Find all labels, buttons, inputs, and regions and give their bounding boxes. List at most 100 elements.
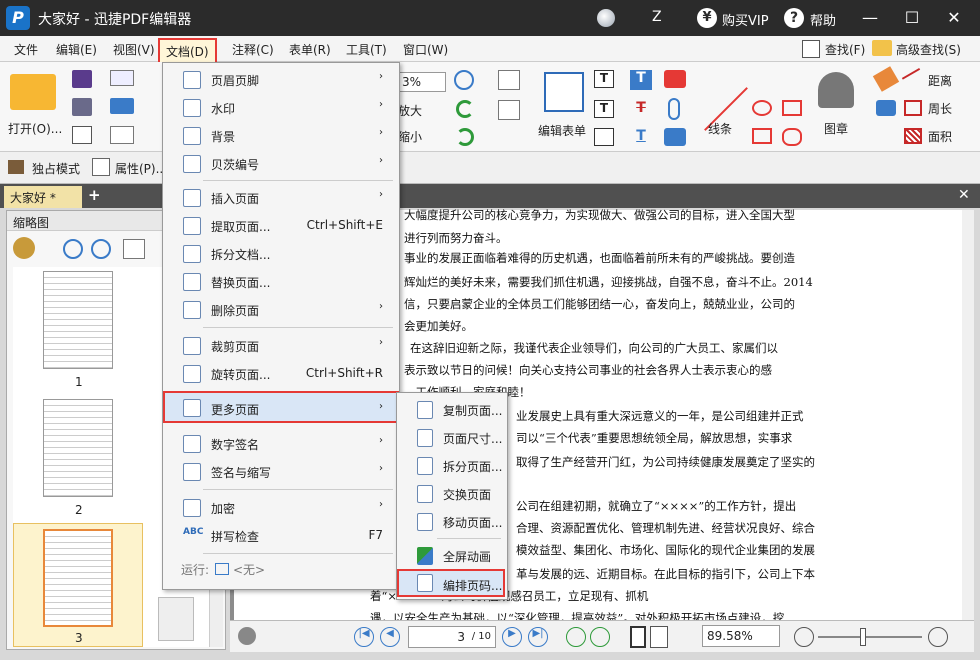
sound-icon[interactable] bbox=[664, 128, 686, 146]
zoom-slider[interactable] bbox=[818, 636, 922, 638]
exclusive-mode-button[interactable]: 独占模式 bbox=[32, 160, 80, 177]
submenu-swap-page[interactable]: 交换页面 bbox=[399, 481, 505, 507]
menu-item-rotate-page[interactable]: 旋转页面... Ctrl+Shift+R bbox=[165, 361, 397, 387]
distance-button[interactable]: 距离 bbox=[928, 72, 952, 89]
maximize-button[interactable]: ☐ bbox=[902, 8, 922, 28]
menu-item-delete-page[interactable]: 删除页面 › bbox=[165, 297, 397, 323]
zoom-slider-handle[interactable] bbox=[860, 628, 866, 646]
find-button[interactable]: 查找(F) bbox=[825, 41, 865, 58]
callout-icon[interactable] bbox=[594, 128, 614, 146]
menu-form[interactable]: 表单(R) bbox=[289, 41, 331, 58]
rotate-right-icon[interactable] bbox=[456, 128, 474, 146]
new-doc-icon[interactable] bbox=[110, 126, 134, 144]
menu-item-sign-initials[interactable]: 签名与缩写 › bbox=[165, 459, 397, 485]
menu-item-split-document[interactable]: 拆分文档... bbox=[165, 241, 397, 267]
area-button[interactable]: 面积 bbox=[928, 128, 952, 145]
text-tool-icon[interactable] bbox=[498, 100, 520, 120]
menu-item-background[interactable]: 背景 › bbox=[165, 123, 397, 149]
rotate-left-icon[interactable] bbox=[456, 100, 474, 118]
menu-item-header-footer[interactable]: 页眉页脚 › bbox=[165, 67, 397, 93]
menu-item-crop-page[interactable]: 裁剪页面 › bbox=[165, 333, 397, 359]
buy-vip-button[interactable]: 购买VIP bbox=[722, 10, 769, 29]
zoom-small-button[interactable]: 缩小 bbox=[398, 128, 422, 145]
vip-yen-icon[interactable]: ¥ bbox=[697, 8, 717, 28]
menu-file[interactable]: 文件 bbox=[14, 41, 38, 58]
continuous-page-icon[interactable] bbox=[650, 626, 668, 648]
menu-window[interactable]: 窗口(W) bbox=[403, 41, 448, 58]
help-button[interactable]: 帮助 bbox=[810, 10, 836, 29]
thumbnail-page[interactable] bbox=[43, 399, 113, 497]
cloud-icon[interactable] bbox=[782, 128, 802, 146]
thumb-zoom-out-icon[interactable] bbox=[91, 239, 111, 259]
submenu-page-size[interactable]: 页面尺寸... bbox=[399, 425, 505, 451]
stamp-button[interactable]: 图章 bbox=[824, 120, 848, 137]
menu-item-spell-check[interactable]: ABC 拼写检查 F7 bbox=[165, 523, 397, 549]
thumb-zoom-in-icon[interactable] bbox=[63, 239, 83, 259]
zoom-in-status-icon[interactable] bbox=[928, 627, 948, 647]
zoom-big-button[interactable]: 放大 bbox=[398, 102, 422, 119]
theme-moon-icon[interactable] bbox=[597, 9, 615, 27]
open-button[interactable]: 打开(O)... bbox=[8, 120, 62, 137]
back-icon[interactable] bbox=[566, 627, 586, 647]
edit-form-button[interactable]: 编辑表单 bbox=[538, 122, 586, 139]
polygon-icon[interactable] bbox=[782, 100, 802, 116]
thumb-rotate-icon[interactable] bbox=[123, 239, 145, 259]
menu-view[interactable]: 视图(V) bbox=[113, 41, 155, 58]
menu-item-encrypt[interactable]: 加密 › bbox=[165, 495, 397, 521]
menu-item-replace-page[interactable]: 替换页面... bbox=[165, 269, 397, 295]
note-icon[interactable] bbox=[664, 70, 686, 88]
properties-button[interactable]: 属性(P)... bbox=[115, 160, 167, 177]
forward-icon[interactable] bbox=[590, 627, 610, 647]
minimize-button[interactable]: — bbox=[860, 8, 880, 28]
last-page-icon[interactable]: ▶| bbox=[528, 627, 548, 647]
open-folder-icon[interactable] bbox=[10, 74, 56, 110]
edit-form-icon[interactable] bbox=[544, 72, 584, 112]
perimeter-button[interactable]: 周长 bbox=[928, 100, 952, 117]
menu-item-watermark[interactable]: 水印 › bbox=[165, 95, 397, 121]
menu-comment[interactable]: 注释(C) bbox=[232, 41, 274, 58]
page-number-input[interactable]: 3 / 10 bbox=[408, 626, 496, 648]
menu-tools[interactable]: 工具(T) bbox=[346, 41, 387, 58]
submenu-move-page[interactable]: 移动页面... bbox=[399, 509, 505, 535]
zoom-level-combo[interactable]: 89.58% bbox=[702, 625, 780, 647]
panel-options-gear-icon[interactable] bbox=[13, 237, 35, 259]
zoom-combo[interactable]: 3% bbox=[398, 72, 446, 92]
thumbnail-page[interactable] bbox=[43, 271, 113, 369]
pencil-icon[interactable] bbox=[872, 66, 900, 92]
first-page-icon[interactable]: |◀ bbox=[354, 627, 374, 647]
next-page-icon[interactable]: ▶ bbox=[502, 627, 522, 647]
ellipse-icon[interactable] bbox=[752, 100, 772, 116]
user-name[interactable]: Z bbox=[652, 9, 662, 25]
export-icon[interactable] bbox=[72, 126, 92, 144]
zoom-out-icon[interactable] bbox=[794, 627, 814, 647]
document-scrollbar[interactable] bbox=[962, 210, 974, 620]
close-window-button[interactable]: ✕ bbox=[944, 8, 964, 28]
underline-icon[interactable]: T bbox=[630, 128, 652, 148]
single-page-icon[interactable] bbox=[630, 626, 646, 648]
stamp-icon[interactable] bbox=[818, 72, 854, 108]
strikeout-icon[interactable]: T bbox=[630, 100, 652, 120]
menu-item-more-pages[interactable]: 更多页面 › bbox=[163, 391, 399, 423]
help-icon[interactable]: ? bbox=[784, 8, 804, 28]
menu-document[interactable]: 文档(D) bbox=[158, 38, 217, 65]
menu-item-extract-page[interactable]: 提取页面... Ctrl+Shift+E bbox=[165, 213, 397, 239]
typewriter-icon[interactable]: T bbox=[594, 70, 614, 88]
area-icon[interactable] bbox=[904, 128, 922, 144]
submenu-fullscreen-animation[interactable]: 全屏动画 bbox=[399, 543, 505, 569]
rectangle-icon[interactable] bbox=[752, 128, 772, 144]
scan-icon[interactable] bbox=[110, 98, 134, 114]
email-icon[interactable] bbox=[110, 70, 134, 86]
thumbnail-page-selected[interactable] bbox=[43, 529, 113, 627]
textbox-icon[interactable]: T bbox=[594, 100, 614, 118]
zoom-in-icon[interactable] bbox=[454, 70, 474, 90]
submenu-split-page[interactable]: 拆分页面... bbox=[399, 453, 505, 479]
menu-item-bates-number[interactable]: 贝茨编号 › bbox=[165, 151, 397, 177]
tab-document[interactable]: 大家好 * bbox=[4, 186, 82, 208]
submenu-copy-page[interactable]: 复制页面... bbox=[399, 397, 505, 423]
perimeter-icon[interactable] bbox=[904, 100, 922, 116]
status-gear-icon[interactable] bbox=[238, 627, 256, 645]
submenu-arrange-page-numbers[interactable]: 编排页码... bbox=[397, 569, 505, 597]
eraser-icon[interactable] bbox=[876, 100, 896, 116]
save-icon[interactable] bbox=[72, 70, 92, 88]
menu-item-digital-signature[interactable]: 数字签名 › bbox=[165, 431, 397, 457]
